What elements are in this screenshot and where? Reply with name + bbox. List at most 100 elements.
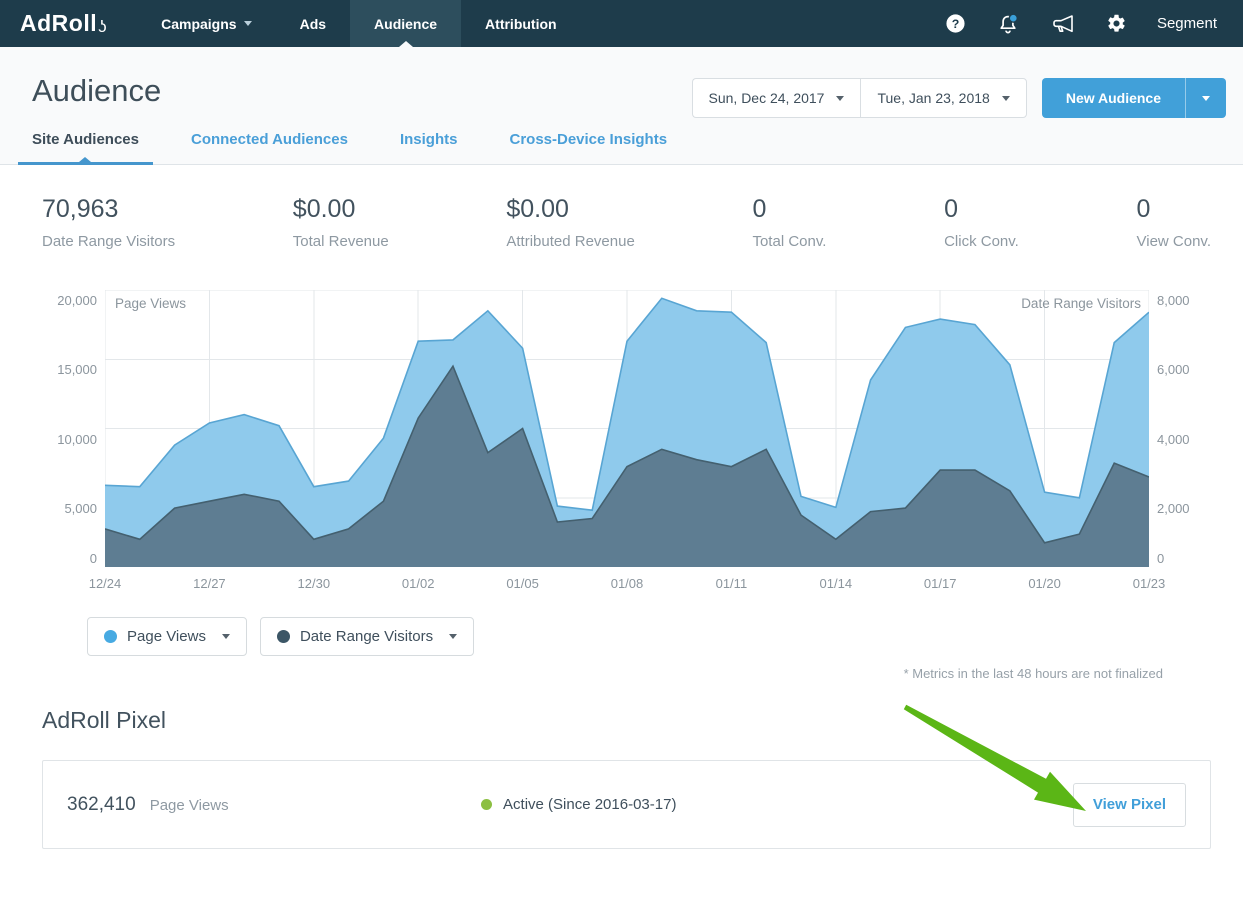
page-views-series-dot: [104, 630, 117, 643]
nav-item-campaigns[interactable]: Campaigns: [137, 0, 275, 47]
stat-label: View Conv.: [1137, 233, 1211, 250]
nav-utilities: ? Segment: [945, 0, 1243, 47]
x-axis-tick-label: 01/02: [402, 576, 435, 591]
x-axis-tick-label: 01/23: [1133, 576, 1166, 591]
pixel-status: Active (Since 2016-03-17): [481, 796, 1073, 813]
stat-total-conv: 0 Total Conv.: [752, 195, 826, 250]
chart-legend: Page Views Date Range Visitors: [87, 617, 1195, 656]
right-axis-title: Date Range Visitors: [1021, 296, 1141, 311]
chevron-down-icon: [836, 96, 844, 101]
new-audience-button[interactable]: New Audience: [1042, 78, 1185, 118]
tab-cross-device-insights[interactable]: Cross-Device Insights: [509, 131, 667, 164]
x-axis-tick-label: 12/30: [298, 576, 331, 591]
nav-item-audience[interactable]: Audience: [350, 0, 461, 47]
x-axis-tick-label: 01/08: [611, 576, 644, 591]
announcements-megaphone-icon[interactable]: [1050, 12, 1076, 36]
pixel-section-title: AdRoll Pixel: [42, 707, 1211, 734]
x-axis-tick-label: 12/27: [193, 576, 226, 591]
stat-value: 0: [1137, 195, 1211, 224]
right-axis-labels: 8,0006,0004,0002,0000: [1149, 290, 1195, 567]
new-audience-split-button: New Audience: [1042, 78, 1226, 118]
stat-value: $0.00: [506, 195, 634, 224]
pixel-page-views: 362,410 Page Views: [67, 794, 481, 816]
header-controls: Sun, Dec 24, 2017 Tue, Jan 23, 2018 New …: [692, 78, 1227, 118]
view-pixel-button[interactable]: View Pixel: [1073, 783, 1186, 827]
axis-tick-label: 8,000: [1157, 293, 1190, 308]
pixel-status-card: 362,410 Page Views Active (Since 2016-03…: [42, 760, 1211, 849]
legend-label: Date Range Visitors: [300, 628, 433, 645]
stat-view-conv: 0 View Conv.: [1137, 195, 1211, 250]
axis-tick-label: 20,000: [57, 293, 97, 308]
primary-nav-items: Campaigns Ads Audience Attribution: [137, 0, 580, 47]
account-name[interactable]: Segment: [1157, 15, 1217, 32]
start-date-picker[interactable]: Sun, Dec 24, 2017: [692, 78, 861, 118]
top-nav: AdRollʖ Campaigns Ads Audience Attributi…: [0, 0, 1243, 47]
tab-label: Connected Audiences: [191, 131, 348, 148]
active-tab-underline: [18, 162, 153, 165]
nav-item-label: Audience: [374, 16, 437, 32]
stat-click-conv: 0 Click Conv.: [944, 195, 1019, 250]
nav-item-label: Ads: [300, 16, 326, 32]
page-header: Audience Sun, Dec 24, 2017 Tue, Jan 23, …: [0, 47, 1243, 165]
legend-date-range-visitors-dropdown[interactable]: Date Range Visitors: [260, 617, 474, 656]
stat-value: $0.00: [293, 195, 389, 224]
stat-label: Attributed Revenue: [506, 233, 634, 250]
metrics-footnote: * Metrics in the last 48 hours are not f…: [45, 666, 1163, 681]
axis-tick-label: 4,000: [1157, 432, 1190, 447]
tab-label: Site Audiences: [32, 131, 139, 148]
traffic-chart-section: 20,00015,00010,0005,0000 Page Views Date…: [0, 276, 1243, 681]
start-date-value: Sun, Dec 24, 2017: [709, 90, 825, 106]
axis-tick-label: 0: [90, 551, 97, 566]
notifications-bell-icon[interactable]: [996, 12, 1020, 36]
chart-plot-area: Page Views Date Range Visitors: [105, 290, 1149, 567]
new-audience-dropdown-button[interactable]: [1185, 78, 1226, 118]
stat-value: 70,963: [42, 195, 175, 224]
svg-text:?: ?: [952, 17, 960, 31]
help-icon[interactable]: ?: [945, 13, 966, 34]
x-axis-tick-label: 01/11: [716, 576, 748, 591]
summary-stats-row: 70,963 Date Range Visitors $0.00 Total R…: [0, 165, 1243, 276]
adroll-logo-hook: ʖ: [98, 17, 107, 37]
pixel-page-views-value: 362,410: [67, 794, 136, 816]
audience-tabs: Site Audiences Connected Audiences Insig…: [32, 131, 1243, 164]
date-range-visitors-series-dot: [277, 630, 290, 643]
nav-item-attribution[interactable]: Attribution: [461, 0, 581, 47]
chevron-down-icon: [1202, 96, 1210, 101]
stat-label: Total Conv.: [752, 233, 826, 250]
adroll-pixel-section: AdRoll Pixel 362,410 Page Views Active (…: [0, 681, 1243, 849]
axis-tick-label: 10,000: [57, 432, 97, 447]
x-axis-tick-label: 01/14: [820, 576, 853, 591]
chevron-down-icon: [244, 21, 252, 26]
stat-total-revenue: $0.00 Total Revenue: [293, 195, 389, 250]
chevron-down-icon: [449, 634, 457, 639]
stat-label: Date Range Visitors: [42, 233, 175, 250]
stat-date-range-visitors: 70,963 Date Range Visitors: [42, 195, 175, 250]
stat-attributed-revenue: $0.00 Attributed Revenue: [506, 195, 634, 250]
x-axis-tick-label: 12/24: [89, 576, 122, 591]
tab-connected-audiences[interactable]: Connected Audiences: [191, 131, 348, 164]
end-date-picker[interactable]: Tue, Jan 23, 2018: [860, 78, 1026, 118]
status-dot: [481, 799, 492, 810]
pixel-status-text: Active (Since 2016-03-17): [503, 796, 676, 813]
adroll-logo[interactable]: AdRollʖ: [0, 0, 137, 47]
end-date-value: Tue, Jan 23, 2018: [877, 90, 989, 106]
axis-tick-label: 15,000: [57, 362, 97, 377]
nav-item-ads[interactable]: Ads: [276, 0, 350, 47]
legend-page-views-dropdown[interactable]: Page Views: [87, 617, 247, 656]
date-range-picker: Sun, Dec 24, 2017 Tue, Jan 23, 2018: [692, 78, 1027, 118]
tab-label: Cross-Device Insights: [509, 131, 667, 148]
stat-label: Click Conv.: [944, 233, 1019, 250]
chevron-down-icon: [1002, 96, 1010, 101]
chevron-down-icon: [222, 634, 230, 639]
tab-label: Insights: [400, 131, 458, 148]
settings-gear-icon[interactable]: [1106, 13, 1127, 34]
adroll-logo-text: AdRoll: [20, 10, 97, 37]
active-tab-caret: [79, 157, 91, 162]
x-axis-labels: 12/2412/2712/3001/0201/0501/0801/1101/14…: [105, 567, 1149, 593]
tab-insights[interactable]: Insights: [400, 131, 458, 164]
nav-item-label: Attribution: [485, 16, 557, 32]
chart-canvas: [105, 290, 1149, 567]
tab-site-audiences[interactable]: Site Audiences: [32, 131, 139, 164]
stat-value: 0: [944, 195, 1019, 224]
axis-tick-label: 0: [1157, 551, 1164, 566]
